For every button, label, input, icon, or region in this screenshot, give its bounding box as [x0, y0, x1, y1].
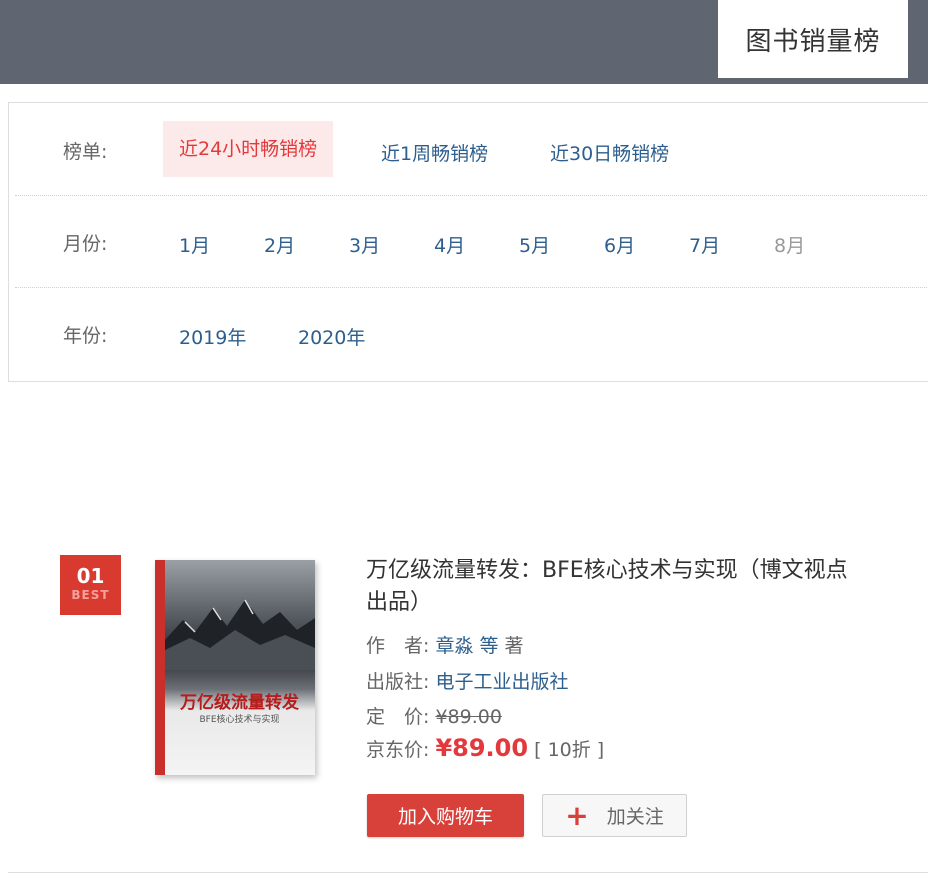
filter-row-year: 年份: 2019年 2020年 — [15, 287, 928, 379]
book-cover-image[interactable]: 万亿级流量转发 BFE核心技术与实现 — [155, 560, 315, 775]
plus-icon: + — [565, 798, 589, 832]
filter-label-year: 年份: — [63, 325, 108, 347]
option-month-6[interactable]: 6月 — [604, 231, 635, 258]
author-label: 作 者: — [366, 635, 430, 657]
jd-price-label: 京东价: — [366, 739, 430, 761]
list-price-value: ¥89.00 — [435, 706, 502, 728]
list-price-label: 定 价: — [366, 706, 430, 728]
add-to-cart-button[interactable]: 加入购物车 — [367, 794, 524, 837]
page-title-tab[interactable]: 图书销量榜 — [716, 0, 910, 80]
book-title-link[interactable]: 万亿级流量转发：BFE核心技术与实现（博文视点出品） — [366, 555, 866, 619]
option-30day-bestseller[interactable]: 近30日畅销榜 — [550, 139, 669, 166]
author-line: 作 者: 章淼 等 著 — [366, 631, 524, 658]
author-link[interactable]: 章淼 等 — [435, 635, 498, 657]
author-suffix: 著 — [504, 635, 524, 657]
option-month-2[interactable]: 2月 — [264, 231, 295, 258]
rank-badge: 01 BEST — [60, 555, 121, 615]
option-month-1[interactable]: 1月 — [179, 231, 210, 258]
cover-spine — [155, 560, 165, 775]
filter-label-list: 榜单: — [63, 141, 108, 163]
option-year-2019[interactable]: 2019年 — [179, 323, 246, 350]
page-title: 图书销量榜 — [745, 26, 881, 57]
filter-panel: 榜单: 近24小时畅销榜 近1周畅销榜 近30日畅销榜 月份: 1月 2月 3月… — [8, 102, 928, 382]
list-price-line: 定 价: ¥89.00 — [366, 702, 502, 729]
jd-price-line: 京东价: ¥89.00 [ 10折 ] — [366, 734, 604, 762]
option-month-8: 8月 — [774, 235, 806, 257]
follow-label: 加关注 — [606, 806, 664, 828]
cover-mountain-art — [165, 599, 315, 670]
option-month-3[interactable]: 3月 — [349, 231, 380, 258]
rank-tag: BEST — [71, 588, 110, 602]
follow-button[interactable]: + 加关注 — [542, 794, 687, 837]
option-1week-bestseller[interactable]: 近1周畅销榜 — [381, 139, 488, 166]
discount-badge: [ 10折 ] — [534, 739, 605, 761]
jd-price-value: ¥89.00 — [435, 734, 529, 762]
option-month-4[interactable]: 4月 — [434, 231, 465, 258]
option-year-2020[interactable]: 2020年 — [298, 323, 365, 350]
option-24h-bestseller[interactable]: 近24小时畅销榜 — [163, 121, 334, 177]
divider — [8, 872, 928, 873]
option-month-5[interactable]: 5月 — [519, 231, 550, 258]
cover-title: 万亿级流量转发 — [180, 693, 299, 713]
filter-label-month: 月份: — [63, 233, 108, 255]
publisher-label: 出版社: — [366, 671, 430, 693]
filter-row-month: 月份: 1月 2月 3月 4月 5月 6月 7月 8月 — [15, 195, 928, 288]
filter-row-list: 榜单: 近24小时畅销榜 近1周畅销榜 近30日畅销榜 — [15, 103, 928, 196]
rank-number: 01 — [76, 564, 105, 588]
publisher-line: 出版社: 电子工业出版社 — [366, 667, 568, 694]
publisher-link[interactable]: 电子工业出版社 — [435, 671, 568, 693]
cover-subtitle: BFE核心技术与实现 — [199, 715, 280, 725]
option-month-7[interactable]: 7月 — [689, 231, 720, 258]
